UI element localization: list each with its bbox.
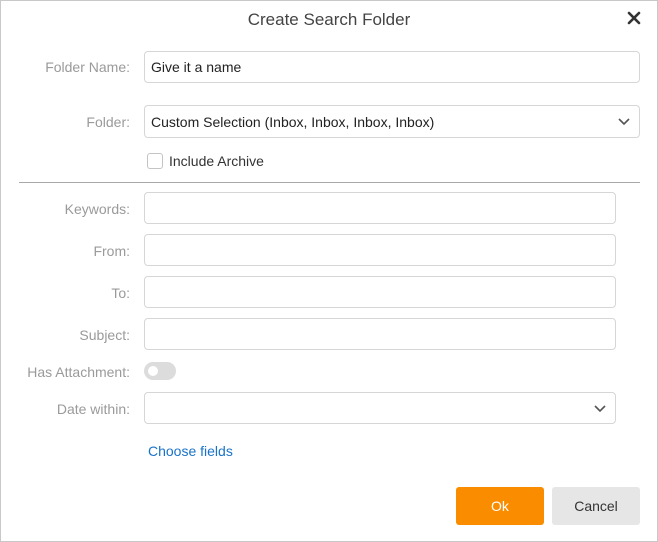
choose-fields-link[interactable]: Choose fields xyxy=(148,443,233,459)
cancel-button[interactable]: Cancel xyxy=(552,487,640,525)
dialog-title: Create Search Folder xyxy=(247,10,411,29)
toggle-knob xyxy=(148,366,158,376)
folder-label: Folder: xyxy=(86,114,130,130)
from-input[interactable] xyxy=(144,234,616,266)
folder-name-input[interactable] xyxy=(144,51,640,83)
from-label: From: xyxy=(93,243,130,259)
close-button[interactable] xyxy=(624,8,644,28)
folder-name-label: Folder Name: xyxy=(45,59,130,75)
to-input[interactable] xyxy=(144,276,616,308)
subject-input[interactable] xyxy=(144,318,616,350)
ok-button[interactable]: Ok xyxy=(456,487,544,525)
chevron-down-icon xyxy=(618,118,630,126)
folder-select[interactable]: Custom Selection (Inbox, Inbox, Inbox, I… xyxy=(144,105,640,138)
chevron-down-icon xyxy=(594,405,606,413)
folder-select-value: Custom Selection (Inbox, Inbox, Inbox, I… xyxy=(151,114,435,130)
has-attachment-toggle[interactable] xyxy=(144,362,176,380)
date-within-label: Date within: xyxy=(56,401,130,417)
date-within-select[interactable] xyxy=(144,392,616,424)
subject-label: Subject: xyxy=(79,327,130,343)
close-icon xyxy=(627,11,641,25)
to-label: To: xyxy=(111,285,130,301)
keywords-input[interactable] xyxy=(144,192,616,224)
include-archive-checkbox[interactable] xyxy=(147,153,163,169)
keywords-label: Keywords: xyxy=(64,201,130,217)
has-attachment-label: Has Attachment: xyxy=(27,364,130,380)
divider xyxy=(19,182,640,183)
include-archive-label: Include Archive xyxy=(169,153,264,169)
create-search-folder-dialog: Create Search Folder Folder Name: Folder… xyxy=(0,0,658,542)
